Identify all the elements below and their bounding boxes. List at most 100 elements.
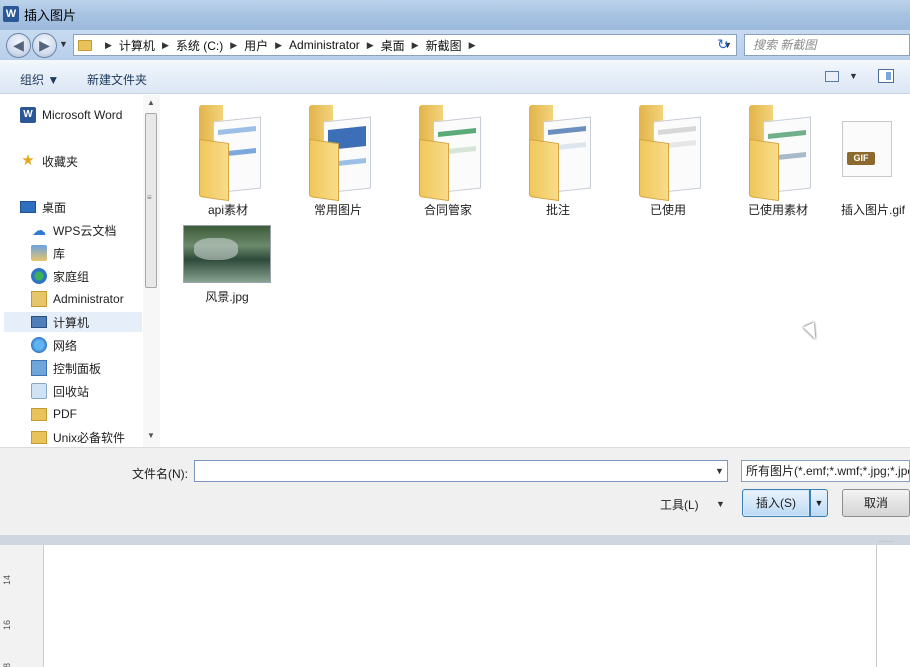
file-name: 已使用	[649, 203, 686, 217]
folder-icon	[529, 105, 595, 202]
filetype-select[interactable]: 所有图片(*.emf;*.wmf;*.jpg;*.jpeg;*.png)	[741, 460, 910, 482]
scroll-down-icon[interactable]: ▼	[147, 431, 155, 440]
sidebar-item-label: Microsoft Word	[42, 108, 123, 122]
star-icon: ★	[21, 152, 35, 169]
folder-icon	[31, 407, 47, 421]
sidebar-item-label: 家庭组	[53, 269, 90, 284]
new-folder-button[interactable]: 新建文件夹	[87, 71, 147, 88]
sidebar-item-label: PDF	[53, 407, 77, 421]
navigation-pane: W Microsoft Word ★ 收藏夹 桌面 ☁ WPS云文档 库 家庭组…	[0, 95, 160, 447]
tools-button[interactable]: 工具(L)	[660, 496, 699, 513]
chevron-right-icon[interactable]: ▶	[105, 40, 112, 51]
file-name: 合同管家	[423, 203, 472, 217]
filename-label: 文件名(N):	[132, 467, 188, 481]
control-panel-icon	[31, 360, 47, 376]
chevron-right-icon[interactable]: ▶	[367, 40, 374, 51]
folder-icon	[78, 39, 92, 51]
breadcrumb-system-drive[interactable]: 系统 (C:)	[176, 37, 223, 54]
chevron-right-icon[interactable]: ▶	[275, 40, 282, 51]
preview-pane-icon[interactable]	[878, 69, 894, 83]
sidebar-item-label: WPS云文档	[53, 223, 117, 238]
recycle-bin-icon	[31, 383, 47, 399]
margin-mark	[878, 541, 894, 542]
grip-icon: ≡	[147, 193, 152, 202]
refresh-icon[interactable]: ↻	[712, 36, 734, 54]
scroll-up-icon[interactable]: ▲	[147, 98, 155, 107]
sidebar-item-microsoft-word[interactable]: W Microsoft Word	[20, 105, 162, 125]
title-bar: W 插入图片	[0, 0, 910, 30]
forward-button[interactable]: ▶	[32, 33, 57, 58]
folder-icon	[31, 430, 47, 444]
tools-dropdown-icon[interactable]: ▼	[716, 499, 725, 509]
ruler-tick-label: 14	[2, 574, 13, 586]
word-app-icon: W	[3, 6, 19, 22]
insert-button[interactable]: 插入(S)	[742, 489, 810, 517]
breadcrumb-administrator[interactable]: Administrator	[289, 38, 360, 52]
breadcrumb-computer[interactable]: 计算机	[119, 37, 155, 54]
file-name: 已使用素材	[747, 203, 808, 217]
dialog-footer: 文件名(N): ▼ 所有图片(*.emf;*.wmf;*.jpg;*.jpeg;…	[0, 447, 910, 535]
sidebar-item-label: 回收站	[53, 384, 90, 399]
folder-icon	[199, 105, 265, 202]
word-document-background: 14 16 18	[0, 535, 910, 667]
sidebar-item-label: 网络	[53, 338, 78, 353]
folder-icon	[419, 105, 485, 202]
breadcrumb-new-screenshots[interactable]: 新截图	[426, 37, 462, 54]
sidebar-item-label: 桌面	[42, 200, 67, 215]
file-name: 批注	[545, 203, 570, 217]
cloud-icon: ☁	[32, 222, 46, 238]
file-name: 常用图片	[313, 203, 362, 217]
file-name: api素材	[207, 203, 248, 217]
back-button[interactable]: ◀	[6, 33, 31, 58]
network-icon	[31, 337, 47, 353]
file-list: api素材 常用图片 合同管家 批注 已使用 已使用素材 GIF 插入图片.gi…	[161, 95, 910, 447]
sidebar-item-label: Administrator	[53, 292, 124, 306]
window-title: 插入图片	[24, 8, 77, 23]
chevron-right-icon[interactable]: ▶	[162, 40, 169, 51]
chevron-right-icon[interactable]: ▶	[230, 40, 237, 51]
change-view-icon[interactable]	[825, 71, 839, 82]
homegroup-icon	[31, 268, 47, 284]
mouse-cursor-icon	[803, 322, 821, 342]
organize-label: 组织	[20, 73, 45, 87]
insert-dropdown-icon[interactable]: ▼	[810, 489, 828, 517]
desktop-icon	[20, 201, 36, 213]
folder-icon	[749, 105, 815, 202]
vertical-ruler: 14 16 18	[0, 545, 44, 667]
search-input[interactable]: 搜索 新截图	[744, 34, 910, 56]
sidebar-item-label: 计算机	[53, 315, 90, 330]
computer-icon	[31, 316, 47, 328]
breadcrumb-users[interactable]: 用户	[244, 37, 268, 54]
cancel-button[interactable]: 取消	[842, 489, 910, 517]
image-thumbnail	[183, 225, 271, 283]
sidebar-item-favorites[interactable]: ★ 收藏夹	[20, 151, 162, 171]
page-margin-line	[876, 545, 877, 667]
file-name: 插入图片.gif	[841, 203, 906, 217]
view-dropdown-icon[interactable]: ▼	[849, 71, 858, 81]
gif-file-icon: GIF	[842, 121, 892, 177]
folder-icon	[639, 105, 705, 202]
address-row: ◀ ▶ ▼ ▶ 计算机 ▶ 系统 (C:) ▶ 用户 ▶ Administrat…	[0, 30, 910, 60]
word-icon: W	[20, 107, 36, 123]
sidebar-item-computer[interactable]: 计算机	[4, 312, 142, 332]
command-bar: 组织 ▼ 新建文件夹 ▼	[0, 60, 910, 94]
sidebar-scrollbar[interactable]: ▲ ≡ ▼	[143, 95, 160, 447]
ruler-tick-label: 18	[2, 663, 12, 667]
user-folder-icon	[31, 291, 47, 307]
library-icon	[31, 245, 47, 261]
history-dropdown-icon[interactable]: ▼	[59, 39, 68, 49]
sidebar-item-label: 收藏夹	[42, 154, 79, 169]
breadcrumb-desktop[interactable]: 桌面	[381, 37, 405, 54]
chevron-right-icon[interactable]: ▶	[469, 40, 476, 51]
document-top-edge	[0, 535, 910, 545]
organize-button[interactable]: 组织 ▼	[20, 71, 59, 88]
filename-input[interactable]	[194, 460, 728, 482]
sidebar-item-label: 库	[53, 246, 66, 261]
folder-icon	[309, 105, 375, 202]
filename-dropdown-icon[interactable]: ▼	[715, 466, 724, 476]
file-name: 风景.jpg	[205, 290, 249, 304]
chevron-right-icon[interactable]: ▶	[412, 40, 419, 51]
sidebar-item-label: 控制面板	[53, 361, 102, 376]
address-bar[interactable]: ▶ 计算机 ▶ 系统 (C:) ▶ 用户 ▶ Administrator ▶ 桌…	[73, 34, 737, 56]
sidebar-item-desktop[interactable]: 桌面	[20, 197, 162, 217]
